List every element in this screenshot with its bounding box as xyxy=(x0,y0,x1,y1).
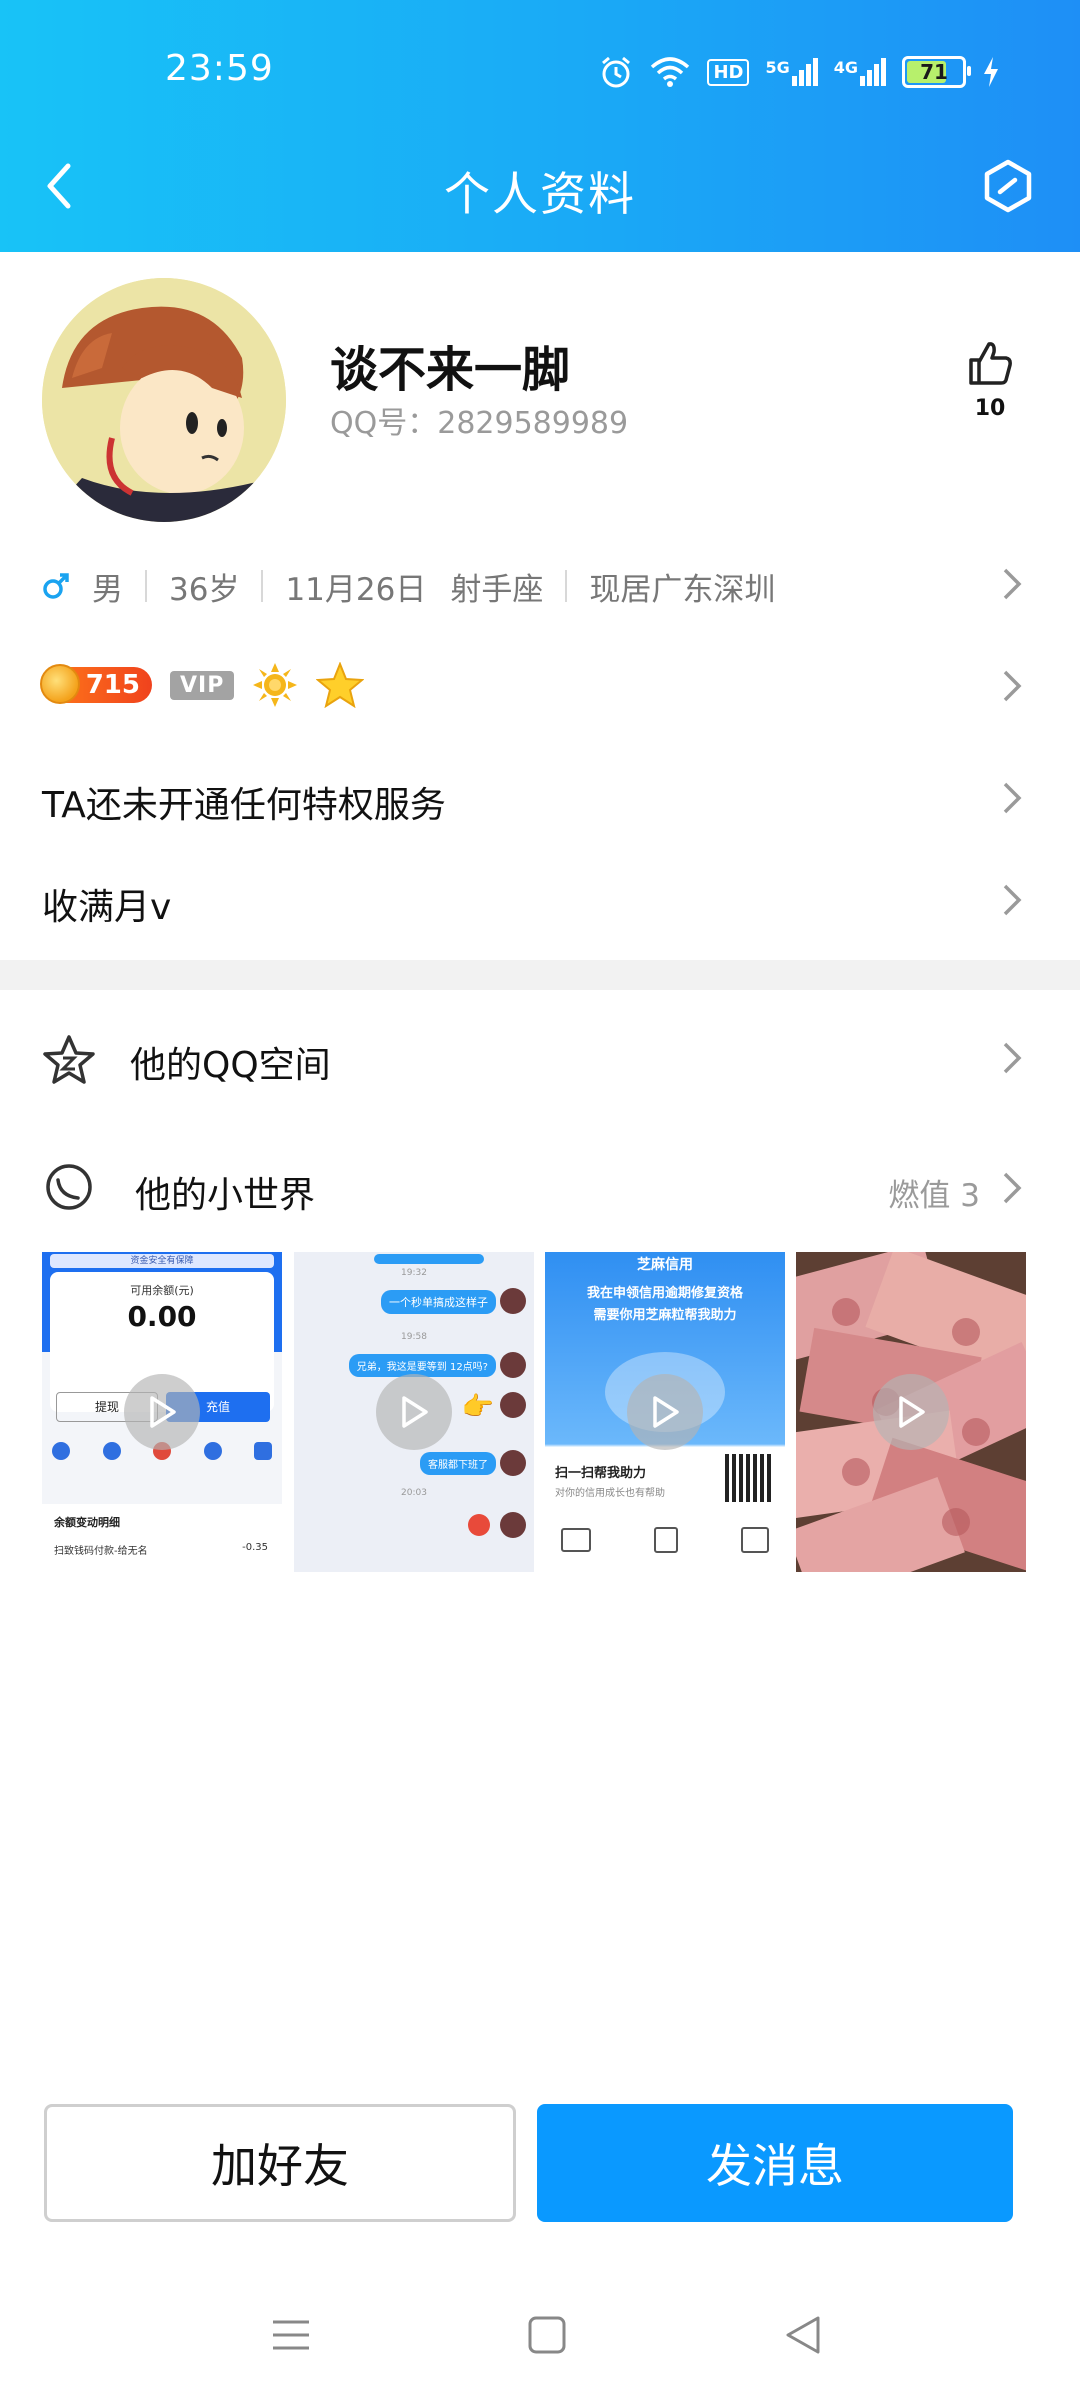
constellation-text: 射手座 xyxy=(450,571,544,608)
birthday-text: 11月26日 xyxy=(285,571,427,608)
balance-label: 可用余额(元) xyxy=(130,1284,194,1297)
signal-5g-icon: 5G xyxy=(765,58,818,86)
play-icon xyxy=(873,1374,949,1450)
qzone-star-icon xyxy=(43,1035,95,1084)
send-message-button[interactable]: 发消息 xyxy=(537,2104,1013,2222)
chevron-right-icon[interactable] xyxy=(1000,1170,1024,1206)
level-badge: 715 xyxy=(40,664,152,704)
balance-value: 0.00 xyxy=(127,1300,197,1333)
qzone-row[interactable]: 他的QQ空间 xyxy=(130,1036,331,1088)
nickname: 谈不来一脚 xyxy=(330,342,571,398)
sesame-line-2: 需要你用芝麻粒帮我助力 xyxy=(593,1308,737,1323)
home-nav-icon[interactable] xyxy=(526,2310,568,2360)
alarm-icon xyxy=(602,56,631,88)
video-thumbnail-2[interactable]: 19:32 一个秒单搞成这样子 19:58 兄弟，我这是要等到 12点吗? 👉 … xyxy=(294,1252,534,1572)
menu-nav-icon[interactable] xyxy=(270,2310,312,2360)
chevron-right-icon[interactable] xyxy=(1000,882,1024,918)
gender-text: 男 xyxy=(92,571,123,608)
charging-icon xyxy=(984,57,998,87)
add-friend-button[interactable]: 加好友 xyxy=(44,2104,516,2222)
hd-icon: HD xyxy=(707,58,750,86)
small-world-row[interactable]: 他的小世界 xyxy=(135,1166,315,1218)
detail-title: 余额变动明细 xyxy=(54,1516,120,1529)
level-number: 715 xyxy=(85,670,140,700)
sesame-brand: 芝麻信用 xyxy=(637,1257,693,1273)
chevron-right-icon[interactable] xyxy=(1000,566,1024,602)
video-thumbnail-3[interactable]: 芝麻信用 我在申领信用逾期修复资格 需要你用芝麻粒帮我助力 扫一扫帮我助力 对你… xyxy=(545,1252,785,1572)
hand-emoji-icon: 👉 xyxy=(461,1392,494,1422)
chat-time-2: 19:58 xyxy=(401,1332,427,1342)
chevron-right-icon[interactable] xyxy=(1000,1040,1024,1076)
avatar-image xyxy=(42,278,286,522)
avatar[interactable] xyxy=(42,278,286,522)
qq-number: 2829589989 xyxy=(437,406,629,441)
wallet-top-note: 资金安全有保障 xyxy=(50,1254,274,1268)
qq-number-row: QQ号：2829589989 xyxy=(330,398,628,442)
detail-amount: -0.35 xyxy=(242,1542,268,1553)
sesame-scan: 扫一扫帮我助力 xyxy=(555,1466,647,1481)
badges-row[interactable]: 715 VIP xyxy=(40,662,365,708)
location-text: 现居广东深圳 xyxy=(589,571,776,608)
signature-row[interactable]: 收满月v xyxy=(42,878,171,930)
battery-level: 71 xyxy=(920,60,948,84)
wifi-icon xyxy=(651,57,690,87)
male-gender-icon xyxy=(43,573,69,599)
coin-icon xyxy=(40,664,80,704)
play-icon xyxy=(124,1374,200,1450)
play-icon xyxy=(376,1374,452,1450)
qq-label: QQ号： xyxy=(330,406,438,441)
chat-time-3: 20:03 xyxy=(401,1488,427,1498)
sun-badge-icon xyxy=(253,663,298,707)
page-title: 个人资料 xyxy=(444,167,636,221)
basic-info-row[interactable]: 男 36岁 11月26日 射手座 现居广东深圳 xyxy=(42,564,775,608)
chat-time-1: 19:32 xyxy=(401,1268,427,1278)
detail-item: 扫致钱码付款-给无名 xyxy=(54,1546,148,1557)
sesame-sub: 对你的信用成长也有帮助 xyxy=(555,1488,665,1499)
signal-4g-icon: 4G xyxy=(834,58,886,86)
status-time: 23:59 xyxy=(165,48,274,89)
like-button[interactable]: 10 xyxy=(960,338,1020,421)
small-world-icon xyxy=(46,1164,92,1210)
video-thumbnail-4[interactable] xyxy=(796,1252,1026,1572)
privilege-row[interactable]: TA还未开通任何特权服务 xyxy=(42,776,446,828)
play-icon xyxy=(627,1374,703,1450)
status-icons: HD 5G 4G 71 xyxy=(599,52,1000,92)
age-text: 36岁 xyxy=(169,571,240,608)
header-bar: 23:59 HD 5G 4G 71 个人资料 xyxy=(0,0,1080,252)
settings-hexagon-icon[interactable] xyxy=(980,158,1036,214)
thumbs-up-icon xyxy=(969,342,1012,385)
sesame-line-1: 我在申领信用逾期修复资格 xyxy=(586,1286,743,1301)
chevron-right-icon[interactable] xyxy=(1000,780,1024,816)
like-count: 10 xyxy=(974,396,1006,421)
burn-value: 燃值 3 xyxy=(888,1178,980,1214)
video-thumbnail-1[interactable]: 资金安全有保障 可用余额(元) 0.00 提现 充值 余额变动明细 扫致钱码付款… xyxy=(42,1252,282,1572)
back-nav-icon[interactable] xyxy=(782,2310,824,2360)
chat-bubble-2: 兄弟，我这是要等到 12点吗? xyxy=(348,1354,496,1377)
vip-badge: VIP xyxy=(170,670,235,700)
chat-bubble-1: 一个秒单搞成这样子 xyxy=(381,1290,496,1314)
chat-bubble-3: 客服都下班了 xyxy=(420,1452,496,1475)
qr-code-icon xyxy=(725,1454,773,1502)
star-badge-icon xyxy=(316,662,365,708)
chevron-right-icon[interactable] xyxy=(1000,668,1024,704)
section-divider xyxy=(0,960,1080,990)
battery-icon: 71 xyxy=(902,56,971,88)
